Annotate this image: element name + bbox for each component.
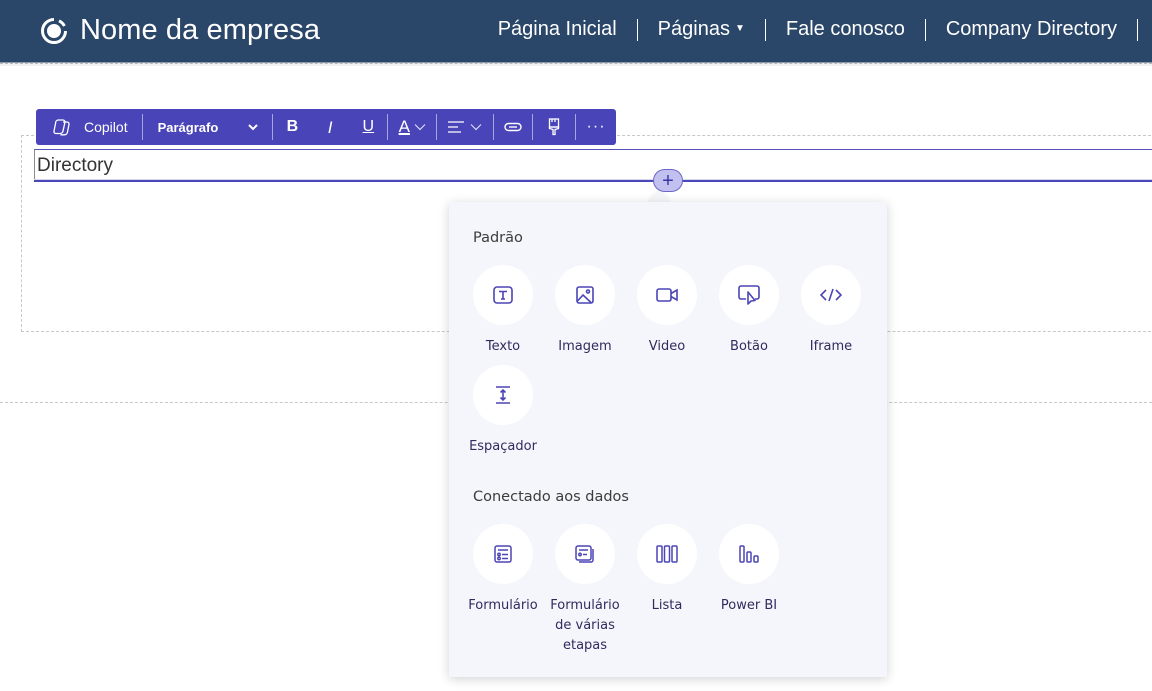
- nav-item-pages[interactable]: Páginas ▼: [638, 18, 765, 41]
- chevron-down-icon: [414, 124, 426, 131]
- copilot-icon: [53, 119, 70, 136]
- nav-item-company-directory[interactable]: Company Directory: [926, 18, 1137, 41]
- tile-label: Imagem: [558, 339, 612, 354]
- nav-divider: [1137, 18, 1138, 41]
- tile-label: Espaçador: [469, 439, 537, 454]
- tile-label: Iframe: [809, 339, 853, 354]
- more-options-button[interactable]: ···: [576, 109, 616, 145]
- tile-label: Botão: [730, 339, 768, 354]
- tile-label: Texto: [485, 339, 521, 354]
- italic-icon: I: [328, 117, 333, 137]
- tile-circle: [473, 265, 533, 325]
- component-power-bi[interactable]: Power BI: [708, 524, 790, 616]
- tile-label: Formulário: [468, 598, 538, 613]
- logo-ring-icon: [40, 17, 68, 45]
- paintbrush-icon: [548, 118, 560, 136]
- component-button[interactable]: Botão: [708, 265, 790, 357]
- section-heading-standard: Padrão: [473, 230, 523, 246]
- paragraph-style-dropdown[interactable]: Parágrafo: [143, 109, 273, 145]
- nav-item-label: Página Inicial: [497, 18, 617, 40]
- spacer-icon: [496, 386, 510, 404]
- tile-circle: [473, 365, 533, 425]
- component-iframe[interactable]: Iframe: [790, 265, 872, 357]
- component-form[interactable]: Formulário: [462, 524, 544, 616]
- underline-icon: U: [362, 118, 375, 135]
- bold-button[interactable]: B: [273, 109, 311, 145]
- link-icon: [504, 122, 522, 132]
- nav-item-label: Páginas: [657, 18, 730, 40]
- format-painter-button[interactable]: [533, 109, 575, 145]
- component-multistep-form[interactable]: Formulário de várias etapas: [544, 524, 626, 656]
- component-text[interactable]: Texto: [462, 265, 544, 357]
- tile-label: Lista: [651, 598, 683, 613]
- video-icon: [656, 288, 678, 302]
- font-color-button[interactable]: A: [388, 109, 436, 145]
- nav-item-label: Fale conosco: [785, 18, 905, 40]
- multistep-form-icon: [575, 545, 594, 563]
- copilot-label: Copilot: [84, 119, 128, 135]
- component-image[interactable]: Imagem: [544, 265, 626, 357]
- add-component-button[interactable]: +: [653, 169, 683, 192]
- bold-icon: B: [286, 118, 299, 135]
- chevron-down-icon: [248, 123, 259, 130]
- caret-down-icon: ▼: [734, 23, 745, 34]
- component-spacer[interactable]: Espaçador: [462, 365, 544, 457]
- nav-item-label: Company Directory: [945, 18, 1117, 40]
- alignment-button[interactable]: [437, 109, 493, 145]
- editor-text[interactable]: Directory: [37, 155, 113, 177]
- code-icon: [820, 288, 842, 302]
- component-list[interactable]: Lista: [626, 524, 708, 616]
- list-icon: [656, 545, 678, 563]
- copilot-button[interactable]: Copilot: [36, 109, 142, 145]
- tile-circle: [555, 524, 615, 584]
- more-icon: ···: [586, 118, 606, 135]
- underline-button[interactable]: U: [349, 109, 387, 145]
- component-video[interactable]: Video: [626, 265, 708, 357]
- powerbi-icon: [739, 545, 759, 563]
- site-header: Nome da empresa Página Inicial Páginas ▼ …: [0, 0, 1152, 63]
- tile-circle: [637, 265, 697, 325]
- align-left-icon: [448, 121, 465, 133]
- tile-label: Video: [648, 339, 686, 354]
- font-color-icon: A: [398, 117, 410, 136]
- tile-circle: [719, 524, 779, 584]
- text-editor[interactable]: Directory: [34, 149, 1152, 182]
- tile-circle: [473, 524, 533, 584]
- text-icon: [493, 286, 513, 304]
- form-icon: [494, 545, 512, 563]
- tile-circle: [555, 265, 615, 325]
- tile-label: Formulário de várias etapas: [550, 598, 620, 653]
- brand-name: Nome da empresa: [80, 14, 321, 46]
- tile-label: Power BI: [720, 598, 778, 613]
- paragraph-style-value: Parágrafo: [157, 119, 219, 135]
- add-component-popup: Padrão Texto Imagem Video Botão Iframe E…: [449, 202, 887, 677]
- insert-link-button[interactable]: [494, 109, 532, 145]
- brand[interactable]: Nome da empresa: [40, 14, 320, 47]
- editor-focus-line: [34, 179, 1152, 182]
- text-formatting-toolbar: Copilot Parágrafo B I U A ···: [36, 109, 616, 145]
- nav-item-contact[interactable]: Fale conosco: [766, 18, 925, 41]
- tile-circle: [719, 265, 779, 325]
- tile-circle: [637, 524, 697, 584]
- image-icon: [576, 286, 594, 304]
- button-icon: [738, 285, 760, 305]
- section-heading-data-connected: Conectado aos dados: [473, 489, 629, 505]
- chevron-down-icon: [470, 124, 482, 131]
- tile-circle: [801, 265, 861, 325]
- italic-button[interactable]: I: [311, 109, 349, 145]
- nav-item-home[interactable]: Página Inicial: [478, 18, 637, 41]
- plus-icon: +: [662, 169, 674, 192]
- main-nav: Página Inicial Páginas ▼ Fale conosco Com…: [478, 18, 1152, 41]
- header-divider: [0, 63, 1152, 66]
